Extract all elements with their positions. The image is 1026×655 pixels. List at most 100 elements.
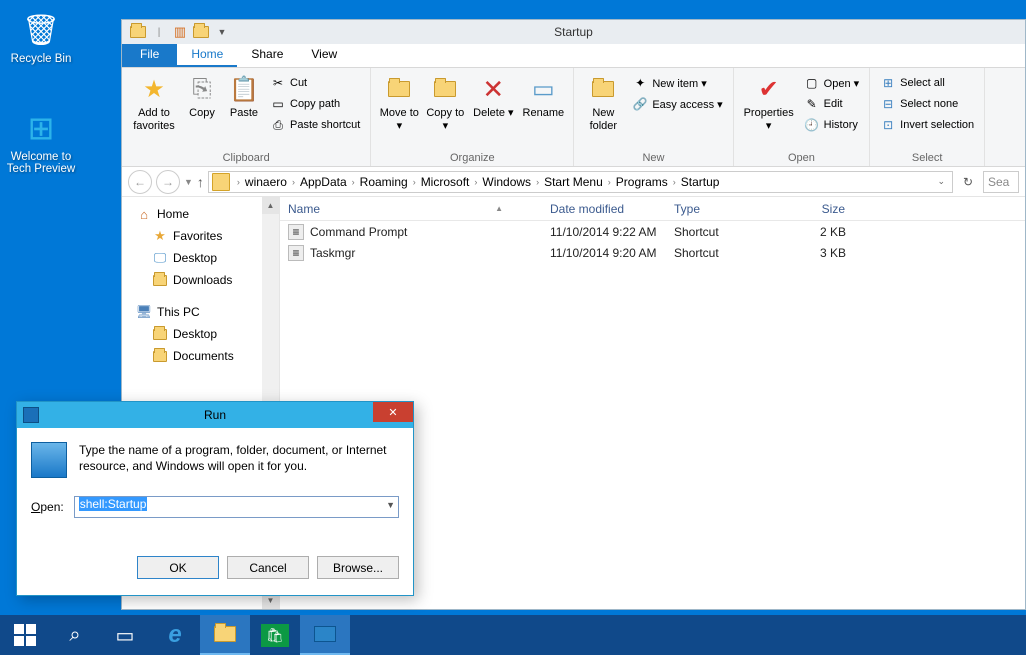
ribbon: ★ Add to favorites ⎘ Copy 📋 Paste ✂Cut ▭… (122, 68, 1025, 167)
copy-to-button[interactable]: Copy to ▾ (423, 71, 467, 134)
run-app-icon (23, 407, 39, 423)
rename-button[interactable]: ▭ Rename (519, 71, 567, 122)
copy-path-button[interactable]: ▭Copy path (266, 94, 364, 114)
browse-button[interactable]: Browse... (317, 556, 399, 579)
file-row[interactable]: ≡Command Prompt 11/10/2014 9:22 AM Short… (280, 221, 1025, 242)
folder-icon (212, 173, 230, 191)
tab-share[interactable]: Share (237, 44, 297, 67)
breadcrumb-dropdown[interactable]: ⌄ (937, 176, 949, 187)
desktop-icon-recycle-bin[interactable]: 🗑 Recycle Bin (6, 10, 76, 65)
taskbar-ie[interactable]: e (150, 615, 200, 655)
taskbar-explorer[interactable] (200, 615, 250, 655)
desktop-icon: 🖵 (152, 250, 168, 266)
back-button[interactable]: ← (128, 170, 152, 194)
nav-pc-documents[interactable]: Documents (122, 345, 279, 367)
column-size[interactable]: Size (784, 202, 854, 216)
paste-icon: 📋 (228, 73, 260, 105)
breadcrumb-item[interactable]: Programs (614, 175, 670, 189)
taskbar-run[interactable] (300, 615, 350, 655)
open-button[interactable]: ▢Open ▾ (800, 73, 864, 93)
file-row[interactable]: ≡Taskmgr 11/10/2014 9:20 AM Shortcut 3 K… (280, 242, 1025, 263)
select-none-icon: ⊟ (880, 96, 896, 112)
nav-desktop[interactable]: 🖵Desktop (122, 247, 279, 269)
select-none-button[interactable]: ⊟Select none (876, 94, 978, 114)
search-input[interactable]: Sea (983, 171, 1019, 193)
breadcrumb-item[interactable]: Start Menu (542, 175, 605, 189)
paste-shortcut-button[interactable]: ⎙Paste shortcut (266, 115, 364, 135)
run-titlebar[interactable]: Run ✕ (17, 402, 413, 428)
qat-dropdown-icon[interactable]: ▼ (212, 22, 232, 42)
edit-button[interactable]: ✎Edit (800, 94, 864, 114)
nav-downloads[interactable]: Downloads (122, 269, 279, 291)
qat-newfolder-icon[interactable] (191, 22, 211, 42)
shortcut-icon: ≡ (288, 224, 304, 240)
refresh-button[interactable]: ↻ (957, 171, 979, 193)
ribbon-tabs: File Home Share View (122, 44, 1025, 68)
breadcrumb-item[interactable]: Startup (679, 175, 722, 189)
delete-button[interactable]: ✕ Delete ▾ (469, 71, 517, 122)
close-button[interactable]: ✕ (373, 402, 413, 422)
taskbar-store[interactable]: 🛍 (250, 615, 300, 655)
home-icon: ⌂ (136, 206, 152, 222)
new-folder-button[interactable]: New folder (580, 71, 626, 134)
breadcrumb-item[interactable]: Windows (480, 175, 533, 189)
add-to-favorites-button[interactable]: ★ Add to favorites (128, 71, 180, 134)
history-button[interactable]: 🕘History (800, 115, 864, 135)
task-view-button[interactable]: ▭ (100, 615, 150, 655)
column-name[interactable]: Name▲ (280, 202, 542, 216)
tab-view[interactable]: View (297, 44, 351, 67)
scissors-icon: ✂ (270, 75, 286, 91)
run-input[interactable]: shell:Startup ▼ (74, 496, 399, 518)
select-all-button[interactable]: ⊞Select all (876, 73, 978, 93)
copy-path-icon: ▭ (270, 96, 286, 112)
easy-access-button[interactable]: 🔗Easy access ▾ (628, 94, 726, 114)
sort-asc-icon: ▲ (495, 204, 503, 213)
breadcrumb-item[interactable]: Microsoft (419, 175, 472, 189)
windows-icon (14, 624, 36, 646)
nav-this-pc[interactable]: 🖥This PC (122, 301, 279, 323)
ribbon-group-open: ✔ Properties ▾ ▢Open ▾ ✎Edit 🕘History Op… (734, 68, 871, 166)
delete-icon: ✕ (477, 73, 509, 105)
move-to-button[interactable]: Move to ▾ (377, 71, 421, 134)
ribbon-group-organize: Move to ▾ Copy to ▾ ✕ Delete ▾ ▭ Rename … (371, 68, 574, 166)
nav-pc-desktop[interactable]: Desktop (122, 323, 279, 345)
select-all-icon: ⊞ (880, 75, 896, 91)
qat-properties-icon[interactable]: ▥ (170, 22, 190, 42)
nav-favorites[interactable]: ★Favorites (122, 225, 279, 247)
breadcrumb-item[interactable]: winaero (243, 175, 289, 189)
paste-button[interactable]: 📋 Paste (224, 71, 264, 122)
cut-button[interactable]: ✂Cut (266, 73, 364, 93)
explorer-titlebar[interactable]: | ▥ ▼ Startup (122, 20, 1025, 44)
chevron-down-icon[interactable]: ▼ (386, 500, 395, 510)
tab-home[interactable]: Home (177, 44, 237, 67)
new-item-button[interactable]: ✦New item ▾ (628, 73, 726, 93)
invert-selection-button[interactable]: ⊡Invert selection (876, 115, 978, 135)
desktop-icon-label: Recycle Bin (6, 53, 76, 65)
nav-home[interactable]: ⌂Home (122, 203, 279, 225)
desktop-icon-welcome[interactable]: ⊞ Welcome to Tech Preview (6, 108, 76, 175)
ribbon-group-new: New folder ✦New item ▾ 🔗Easy access ▾ Ne… (574, 68, 733, 166)
cancel-button[interactable]: Cancel (227, 556, 309, 579)
search-button[interactable]: ⌕ (50, 615, 100, 655)
store-icon: 🛍 (261, 624, 289, 647)
up-button[interactable]: ↑ (197, 174, 204, 190)
breadcrumb-item[interactable]: AppData (298, 175, 349, 189)
qat-folder-icon[interactable] (128, 22, 148, 42)
properties-icon: ✔ (753, 73, 785, 105)
run-title: Run (204, 408, 226, 422)
ribbon-group-clipboard: ★ Add to favorites ⎘ Copy 📋 Paste ✂Cut ▭… (122, 68, 371, 166)
recent-dropdown[interactable]: ▼ (184, 177, 193, 187)
column-type[interactable]: Type (666, 202, 784, 216)
breadcrumb[interactable]: › winaero› AppData› Roaming› Microsoft› … (208, 171, 953, 193)
properties-button[interactable]: ✔ Properties ▾ (740, 71, 798, 134)
taskbar: ⌕ ▭ e 🛍 (0, 615, 1026, 655)
tab-file[interactable]: File (122, 44, 177, 67)
open-label: Open: (31, 500, 64, 514)
copy-button[interactable]: ⎘ Copy (182, 71, 222, 122)
breadcrumb-item[interactable]: Roaming (358, 175, 410, 189)
ok-button[interactable]: OK (137, 556, 219, 579)
group-label: Clipboard (128, 152, 364, 165)
start-button[interactable] (0, 615, 50, 655)
column-date[interactable]: Date modified (542, 202, 666, 216)
forward-button[interactable]: → (156, 170, 180, 194)
